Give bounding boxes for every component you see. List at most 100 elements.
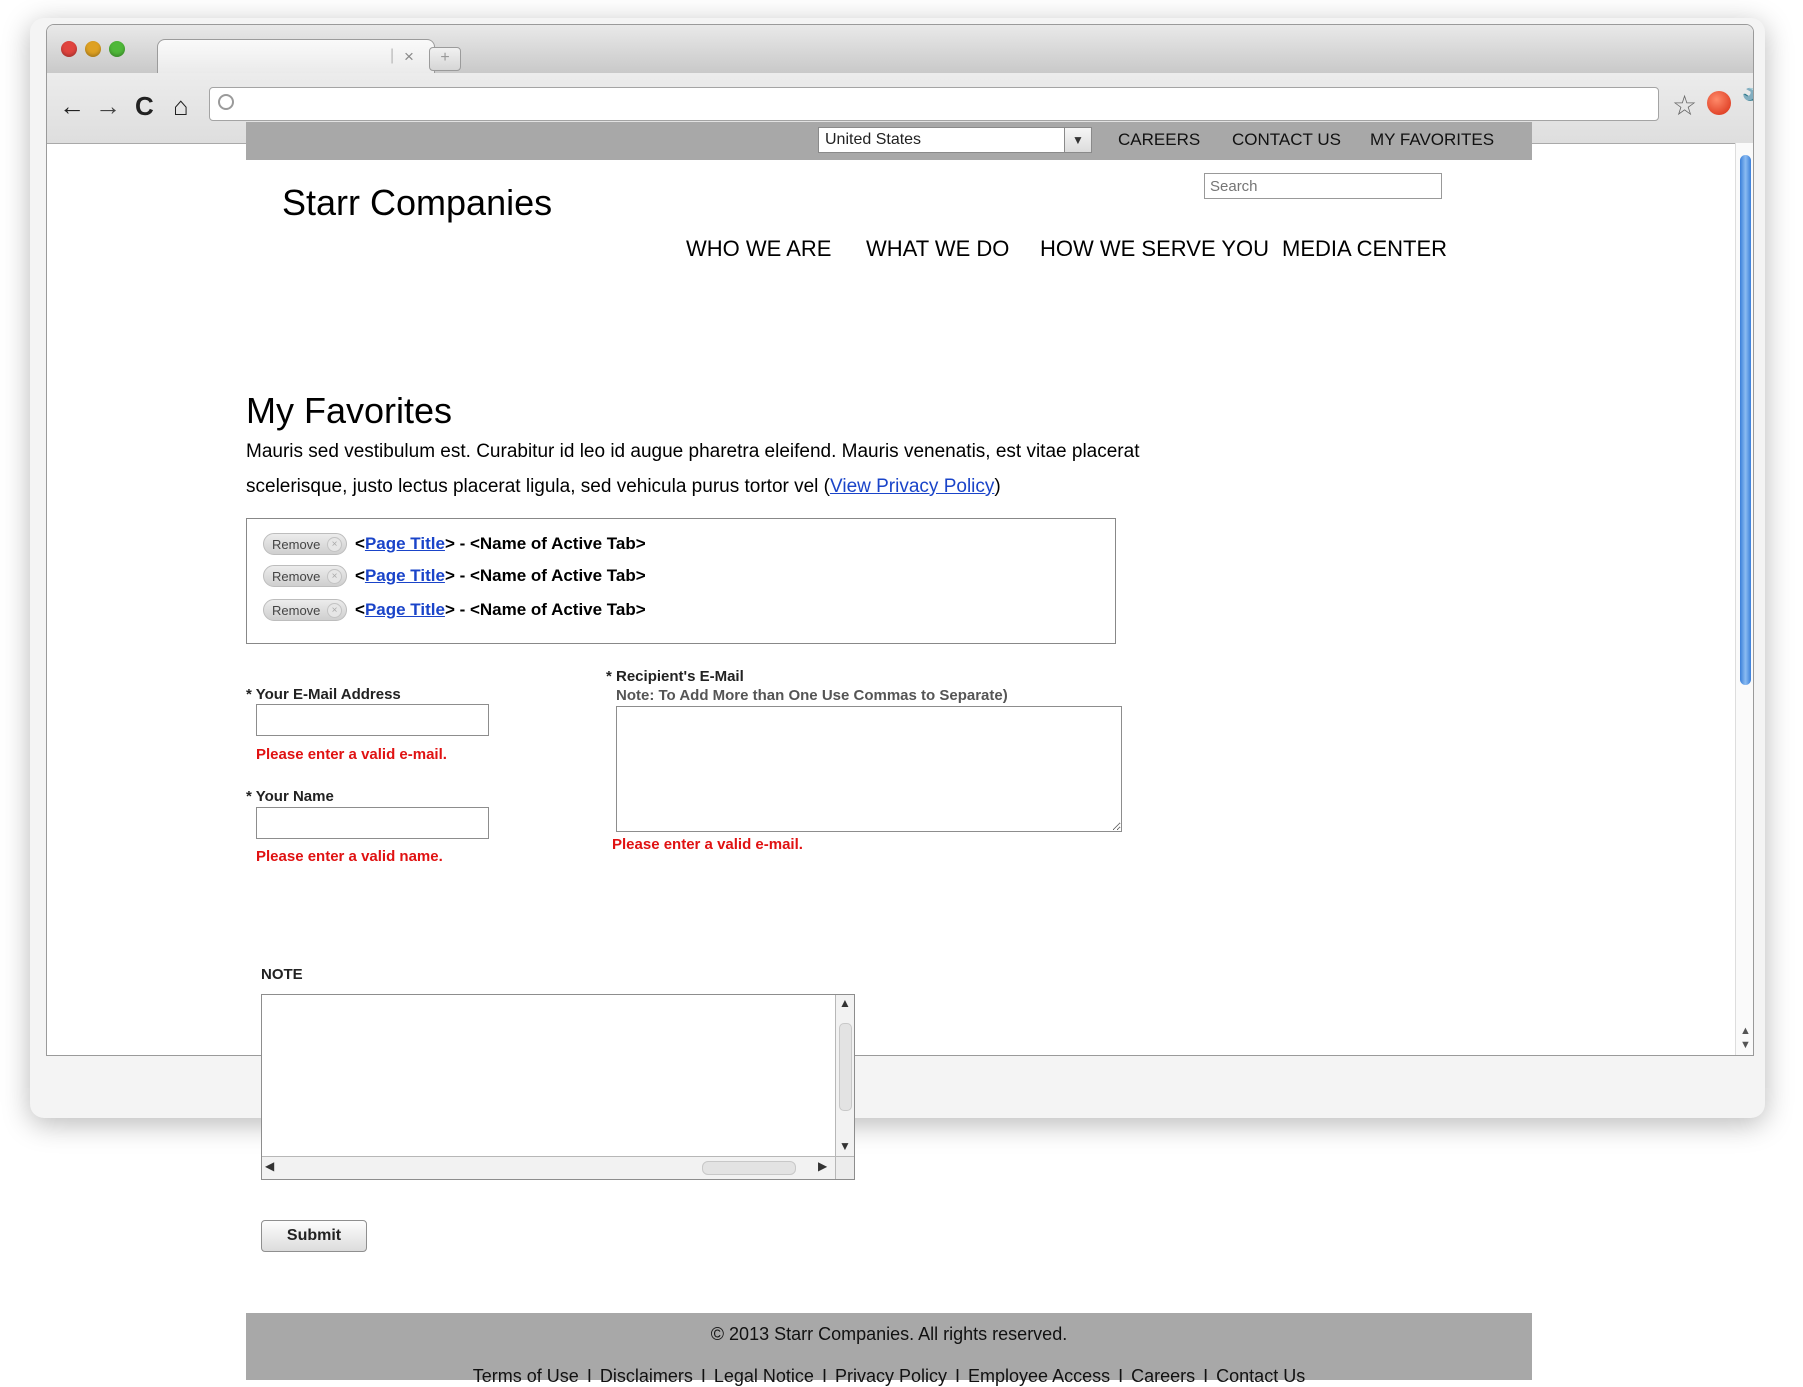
maximize-window-button[interactable]: [109, 41, 125, 57]
wrench-icon[interactable]: 🔧: [1741, 87, 1753, 118]
email-label: * Your E-Mail Address: [246, 686, 401, 703]
footer-link-legal-notice[interactable]: Legal Notice: [714, 1366, 814, 1386]
intro-text: Mauris sed vestibulum est. Curabitur id …: [246, 441, 1140, 497]
note-horizontal-thumb[interactable]: [702, 1161, 796, 1175]
tab-separator: |: [390, 47, 395, 64]
note-textarea[interactable]: ▲ ▼ ◀ ▶: [261, 994, 855, 1180]
close-icon: ×: [327, 603, 342, 618]
intro-close: ): [994, 476, 1001, 497]
scroll-left-icon[interactable]: ◀: [265, 1159, 274, 1173]
footer-separator: I: [955, 1366, 961, 1386]
email-error: Please enter a valid e-mail.: [256, 746, 447, 763]
star-icon[interactable]: ☆: [1672, 89, 1697, 122]
favorite-suffix: > - <Name of Active Tab>: [444, 600, 646, 619]
nav-what-we-do[interactable]: WHAT WE DO: [866, 236, 1009, 262]
reload-icon[interactable]: C: [135, 91, 154, 121]
footer-link-employee-access[interactable]: Employee Access: [968, 1366, 1110, 1386]
favorite-prefix: <: [355, 600, 365, 619]
favorite-suffix: > - <Name of Active Tab>: [444, 566, 646, 585]
recipient-error: Please enter a valid e-mail.: [612, 836, 803, 853]
minimize-window-button[interactable]: [85, 41, 101, 57]
footer-link-careers[interactable]: Careers: [1131, 1366, 1195, 1386]
note-label: NOTE: [261, 966, 303, 983]
note-vertical-thumb[interactable]: [839, 1023, 852, 1111]
footer-separator: I: [1203, 1366, 1209, 1386]
footer-separator: I: [700, 1366, 706, 1386]
resize-grip-icon[interactable]: [835, 1156, 854, 1179]
site-logo[interactable]: Starr Companies: [282, 182, 552, 224]
favorite-label: <Page Title> - <Name of Active Tab>: [355, 600, 646, 619]
privacy-policy-link[interactable]: View Privacy Policy: [830, 476, 994, 497]
name-label: * Your Name: [246, 788, 334, 805]
footer-link-terms[interactable]: Terms of Use: [473, 1366, 579, 1386]
favorite-item: Remove × <Page Title> - <Name of Active Ta…: [263, 533, 646, 557]
footer-links: Terms of Use I Disclaimers I Legal Notice I Pr…: [246, 1366, 1532, 1387]
footer-separator: I: [821, 1366, 827, 1386]
name-error: Please enter a valid name.: [256, 848, 443, 865]
recipient-note: Note: To Add More than One Use Commas to…: [616, 687, 1008, 704]
site-footer: © 2013 Starr Companies. All rights reser…: [246, 1313, 1532, 1386]
utility-link-my-favorites[interactable]: MY FAVORITES: [1370, 130, 1494, 150]
nav-who-we-are[interactable]: WHO WE ARE: [686, 236, 831, 262]
favorite-label: <Page Title> - <Name of Active Tab>: [355, 534, 646, 553]
scroll-right-icon[interactable]: ▶: [818, 1159, 827, 1173]
copyright-text: © 2013 Starr Companies. All rights reser…: [710, 1324, 1068, 1344]
scroll-up-icon[interactable]: ▲: [1740, 1025, 1751, 1037]
nav-how-we-serve-you[interactable]: HOW WE SERVE YOU: [1040, 236, 1269, 262]
tab-close-icon[interactable]: ×: [404, 47, 414, 67]
close-icon: ×: [327, 569, 342, 584]
forward-icon[interactable]: →: [95, 91, 121, 121]
back-icon[interactable]: ←: [59, 91, 85, 121]
close-window-button[interactable]: [61, 41, 77, 57]
chevron-down-icon[interactable]: ▼: [1064, 128, 1091, 152]
email-field[interactable]: [256, 704, 489, 736]
page-title-link[interactable]: Page Title: [365, 566, 445, 585]
intro-paragraph: Mauris sed vestibulum est. Curabitur id …: [246, 434, 1146, 504]
favorites-list: Remove × <Page Title> - <Name of Active Ta…: [246, 518, 1116, 644]
name-field[interactable]: [256, 807, 489, 839]
footer-separator: I: [586, 1366, 592, 1386]
close-icon: ×: [327, 537, 342, 552]
scroll-down-icon[interactable]: ▼: [839, 1139, 851, 1153]
favorite-label: <Page Title> - <Name of Active Tab>: [355, 566, 646, 585]
favorite-prefix: <: [355, 566, 365, 585]
favorite-prefix: <: [355, 534, 365, 553]
scroll-down-icon[interactable]: ▼: [1740, 1039, 1751, 1051]
remove-label: Remove: [272, 603, 321, 618]
page-title-link[interactable]: Page Title: [365, 600, 445, 619]
search-input[interactable]: [1204, 173, 1442, 199]
country-select[interactable]: United States ▼: [818, 127, 1092, 153]
note-horizontal-scrollbar[interactable]: ◀ ▶: [262, 1156, 836, 1179]
home-icon[interactable]: ⌂: [173, 91, 189, 121]
nav-media-center[interactable]: MEDIA CENTER: [1282, 236, 1447, 262]
favorite-item: Remove × <Page Title> - <Name of Active Ta…: [263, 599, 646, 623]
remove-label: Remove: [272, 537, 321, 552]
scrollbar-thumb[interactable]: [1740, 155, 1751, 685]
footer-link-privacy-policy[interactable]: Privacy Policy: [835, 1366, 947, 1386]
browser-tab[interactable]: | ×: [157, 39, 435, 76]
new-tab-button[interactable]: +: [429, 47, 461, 71]
page-scrollbar[interactable]: ▲ ▼: [1735, 143, 1753, 1055]
address-bar[interactable]: [209, 87, 1659, 121]
utility-link-careers[interactable]: CAREERS: [1118, 130, 1200, 150]
remove-button[interactable]: Remove ×: [263, 565, 347, 587]
utility-link-contact-us[interactable]: CONTACT US: [1232, 130, 1341, 150]
extension-icon[interactable]: [1707, 91, 1731, 115]
footer-link-disclaimers[interactable]: Disclaimers: [600, 1366, 693, 1386]
note-vertical-scrollbar[interactable]: ▲ ▼: [835, 995, 854, 1157]
favorite-suffix: > - <Name of Active Tab>: [444, 534, 646, 553]
recipient-label: * Recipient's E-Mail: [606, 668, 744, 685]
scroll-up-icon[interactable]: ▲: [839, 996, 851, 1010]
country-select-value: United States: [825, 131, 922, 148]
favorite-item: Remove × <Page Title> - <Name of Active Ta…: [263, 565, 646, 589]
submit-button[interactable]: Submit: [261, 1220, 367, 1252]
recipient-email-field[interactable]: [616, 706, 1122, 832]
remove-button[interactable]: Remove ×: [263, 599, 347, 621]
page-title: My Favorites: [246, 390, 453, 431]
utility-bar: United States ▼ CAREERS CONTACT US MY FA…: [246, 122, 1532, 160]
footer-link-contact-us[interactable]: Contact Us: [1216, 1366, 1305, 1386]
remove-button[interactable]: Remove ×: [263, 533, 347, 555]
globe-icon: [218, 94, 234, 110]
footer-separator: I: [1118, 1366, 1124, 1386]
page-title-link[interactable]: Page Title: [365, 534, 445, 553]
